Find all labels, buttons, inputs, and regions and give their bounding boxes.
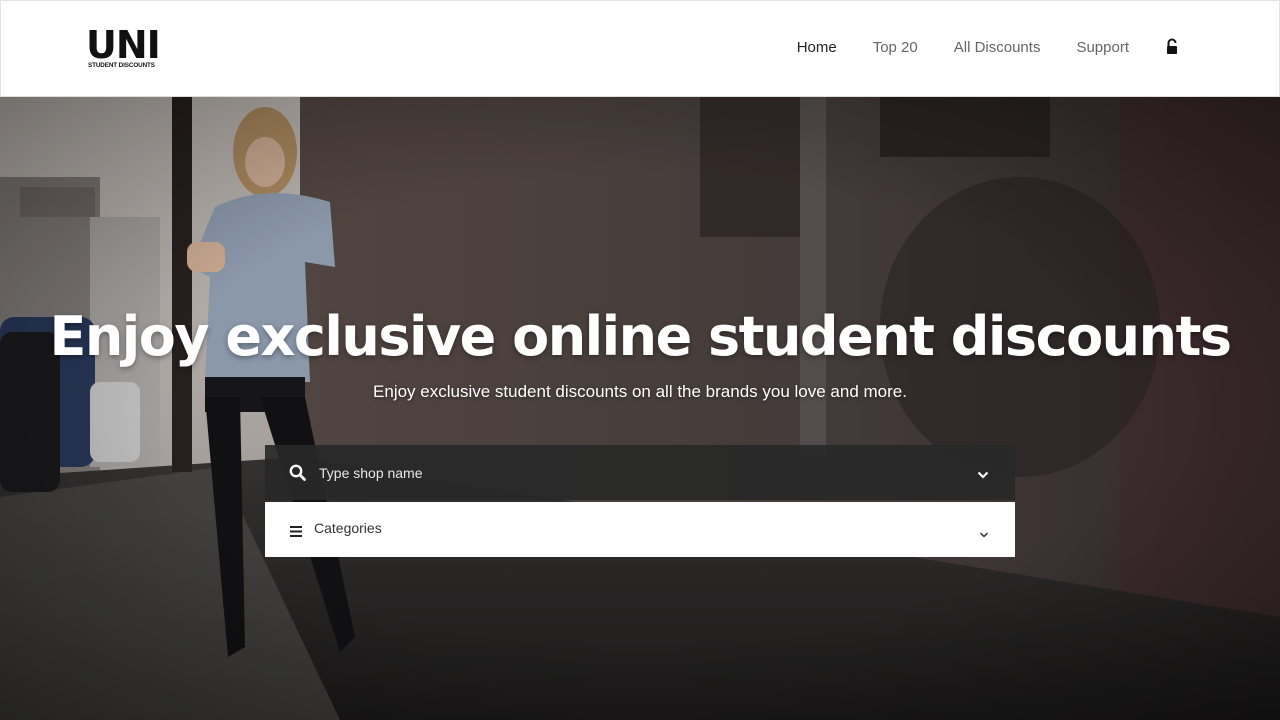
search-icon: [289, 464, 306, 481]
shop-search-input[interactable]: [319, 445, 959, 500]
hero-section: Enjoy exclusive online student discounts…: [0, 97, 1280, 720]
chevron-down-icon[interactable]: [977, 467, 989, 479]
nav-item-home[interactable]: Home: [797, 39, 837, 56]
nav-item-all-discounts[interactable]: All Discounts: [954, 39, 1041, 56]
hero-subtitle: Enjoy exclusive student discounts on all…: [373, 382, 907, 401]
hero-background-image: [0, 97, 1280, 720]
logo-wordmark: UNI: [86, 23, 161, 67]
main-nav: Home Top 20 All Discounts Support: [761, 36, 1179, 58]
categories-label: Categories: [314, 520, 382, 536]
nav-item-top-20[interactable]: Top 20: [873, 39, 918, 56]
site-logo[interactable]: UNI STUDENT DISCOUNTS: [86, 23, 166, 72]
unlock-icon[interactable]: [1165, 38, 1179, 56]
menu-icon: [290, 524, 302, 537]
logo-tagline: STUDENT DISCOUNTS: [88, 62, 155, 69]
site-header: UNI STUDENT DISCOUNTS Home Top 20 All Di…: [0, 0, 1280, 97]
categories-dropdown[interactable]: Categories: [265, 502, 1015, 557]
hero-title: Enjoy exclusive online student discounts: [49, 305, 1232, 368]
chevron-down-icon: [979, 526, 989, 538]
nav-item-support[interactable]: Support: [1076, 39, 1129, 56]
shop-search-bar[interactable]: [265, 445, 1015, 500]
